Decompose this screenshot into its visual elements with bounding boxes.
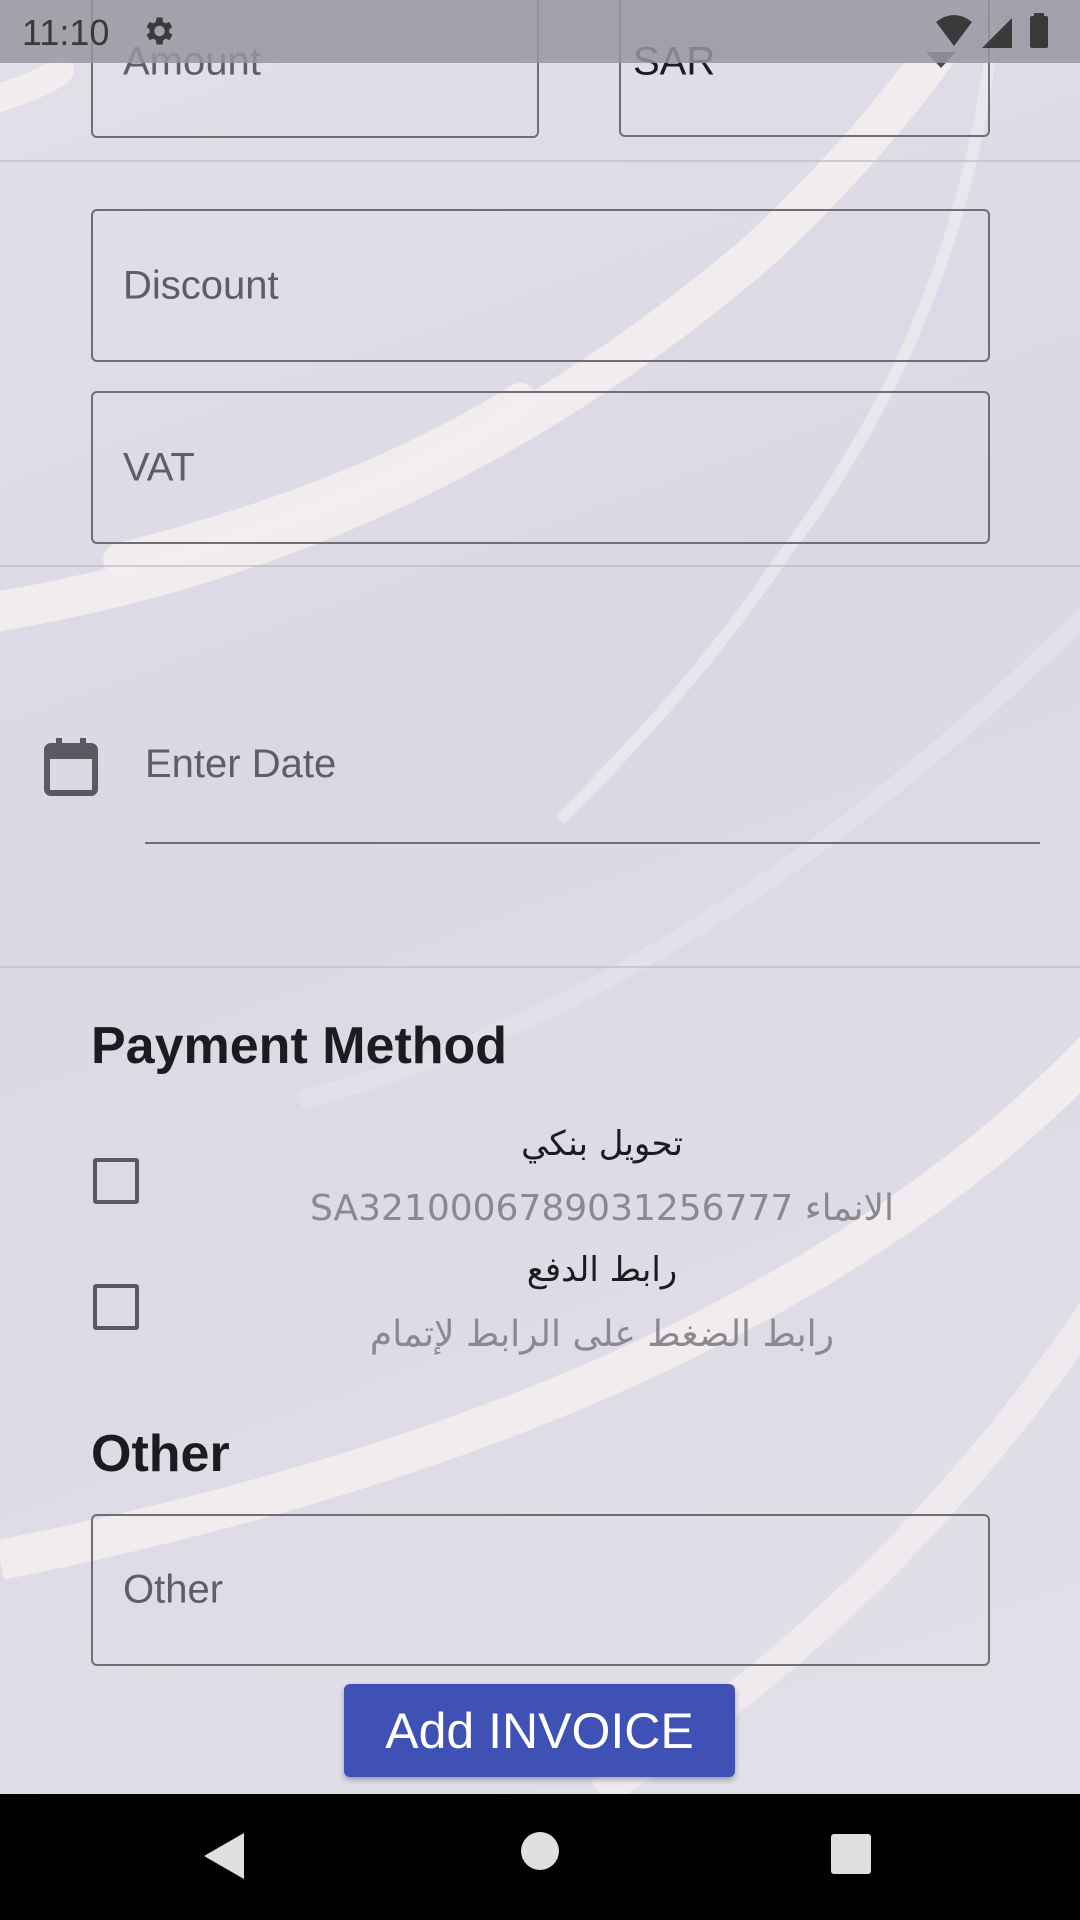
bank-transfer-checkbox[interactable] (93, 1158, 139, 1204)
discount-field[interactable]: Discount (91, 209, 990, 362)
date-input-underline (145, 842, 1040, 844)
bank-transfer-subtitle: SA3210006789031256777 الانماء (309, 1188, 895, 1229)
date-input[interactable]: Enter Date (145, 742, 336, 787)
add-invoice-button[interactable]: Add INVOICE (344, 1684, 735, 1777)
payment-link-checkbox[interactable] (93, 1284, 139, 1330)
divider (0, 565, 1080, 567)
status-indicators (936, 13, 1048, 48)
bank-transfer-title: تحويل بنكي (521, 1124, 683, 1164)
payment-link-title: رابط الدفع (526, 1250, 678, 1290)
vat-placeholder: VAT (123, 445, 195, 489)
payment-link-subtitle: رابط الضغط على الرابط لإتمام (369, 1314, 835, 1355)
home-icon[interactable] (520, 1831, 560, 1871)
discount-placeholder: Discount (123, 263, 279, 307)
payment-method-heading: Payment Method (91, 1017, 508, 1075)
other-placeholder: Other (123, 1567, 224, 1612)
calendar-icon[interactable] (44, 738, 98, 796)
battery-icon (1030, 16, 1048, 48)
wifi-icon (936, 15, 972, 46)
other-field[interactable]: Other (91, 1514, 990, 1666)
divider (0, 160, 1080, 162)
status-bar: 11:10 (0, 0, 1080, 63)
divider (0, 966, 1080, 968)
navigation-bar (0, 1794, 1080, 1920)
other-heading: Other (91, 1425, 230, 1483)
vat-field[interactable]: VAT (91, 391, 990, 544)
gear-icon (146, 17, 173, 45)
back-icon[interactable] (200, 1831, 250, 1881)
signal-icon (982, 18, 1012, 48)
recent-apps-icon[interactable] (830, 1833, 872, 1875)
status-time: 11:10 (22, 12, 110, 53)
